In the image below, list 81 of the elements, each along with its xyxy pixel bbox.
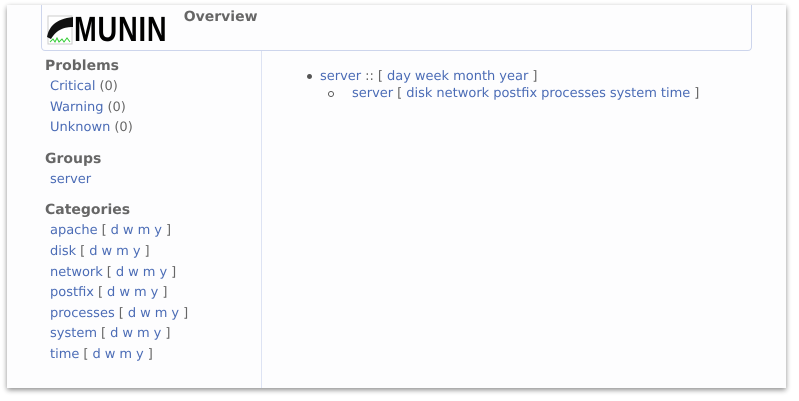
hollow-bullet-icon	[328, 91, 334, 97]
bracket: ]	[171, 264, 176, 280]
logo-text: MUNIN	[74, 14, 168, 46]
group-link[interactable]: server	[50, 172, 92, 187]
bracket: [	[118, 306, 124, 321]
link[interactable]: week	[414, 69, 450, 84]
link[interactable]: w	[102, 244, 112, 259]
link[interactable]: postfix	[493, 86, 538, 101]
link[interactable]: y	[171, 306, 180, 321]
link[interactable]: d	[116, 264, 124, 280]
problem-count: (0)	[114, 120, 133, 136]
link[interactable]: w	[119, 285, 130, 300]
bracket: [	[80, 244, 86, 259]
link[interactable]: y	[150, 285, 158, 300]
link[interactable]: m	[142, 264, 156, 280]
link[interactable]: w	[128, 264, 139, 280]
bracket: ]	[148, 346, 153, 362]
link[interactable]: m	[116, 244, 129, 259]
bracket: [	[102, 223, 107, 238]
bullet-icon	[307, 74, 312, 79]
link[interactable]: w	[122, 326, 133, 342]
link[interactable]: m	[134, 285, 147, 300]
link[interactable]: day	[387, 69, 411, 84]
bracket: ]	[165, 326, 170, 342]
problem-link[interactable]: Warning	[50, 100, 104, 115]
link[interactable]: disk	[406, 86, 432, 101]
category-link[interactable]: time	[50, 346, 80, 362]
link[interactable]: d	[107, 285, 116, 300]
category-link[interactable]: apache	[50, 223, 98, 238]
link[interactable]: d	[110, 326, 118, 342]
link[interactable]: y	[154, 326, 162, 342]
bracket: ]	[162, 285, 168, 300]
problem-link[interactable]: Critical	[50, 79, 96, 94]
problem-link[interactable]: Unknown	[50, 120, 110, 136]
link[interactable]: w	[104, 346, 116, 362]
bracket: [	[397, 86, 402, 101]
separator: ::	[365, 69, 374, 84]
link[interactable]: y	[136, 346, 144, 362]
link[interactable]: y	[159, 264, 168, 280]
bracket: [	[98, 285, 104, 300]
link[interactable]: system	[610, 86, 657, 101]
category-link[interactable]: processes	[50, 306, 115, 321]
problem-count: (0)	[107, 100, 126, 115]
category-link[interactable]: disk	[50, 244, 76, 259]
bracket: ]	[532, 69, 538, 84]
link[interactable]: w	[140, 306, 151, 321]
node-link[interactable]: server	[352, 86, 394, 101]
link[interactable]: time	[660, 86, 690, 101]
bracket: ]	[694, 86, 700, 101]
node-link[interactable]: server	[320, 69, 362, 84]
bracket: [	[378, 69, 383, 84]
link[interactable]: w	[122, 223, 134, 238]
bracket: ]	[166, 223, 172, 238]
category-link[interactable]: postfix	[50, 285, 94, 300]
bracket: [	[106, 264, 112, 280]
section-heading: Groups	[45, 150, 102, 169]
link[interactable]: d	[92, 346, 101, 362]
link[interactable]: m	[136, 326, 150, 342]
link[interactable]: d	[110, 223, 119, 238]
category-link[interactable]: network	[50, 264, 103, 280]
page-title: Overview	[184, 9, 258, 25]
section-heading: Problems	[45, 57, 120, 76]
link[interactable]: m	[138, 223, 150, 238]
bracket: [	[101, 326, 106, 342]
bracket: ]	[183, 306, 188, 321]
link[interactable]: year	[499, 69, 528, 84]
link[interactable]: d	[89, 244, 98, 259]
link[interactable]: m	[154, 306, 168, 321]
link[interactable]: month	[453, 69, 496, 84]
bracket: [	[83, 346, 88, 362]
section-heading: Categories	[45, 201, 132, 220]
problem-count: (0)	[99, 79, 118, 94]
logo-icon	[47, 15, 73, 45]
link[interactable]: processes	[541, 86, 606, 101]
link[interactable]: y	[154, 223, 162, 238]
link[interactable]: d	[128, 306, 136, 321]
link[interactable]: network	[436, 86, 490, 101]
bracket: ]	[144, 244, 150, 259]
category-link[interactable]: system	[50, 326, 97, 342]
link[interactable]: m	[119, 346, 132, 362]
link[interactable]: y	[132, 244, 141, 259]
